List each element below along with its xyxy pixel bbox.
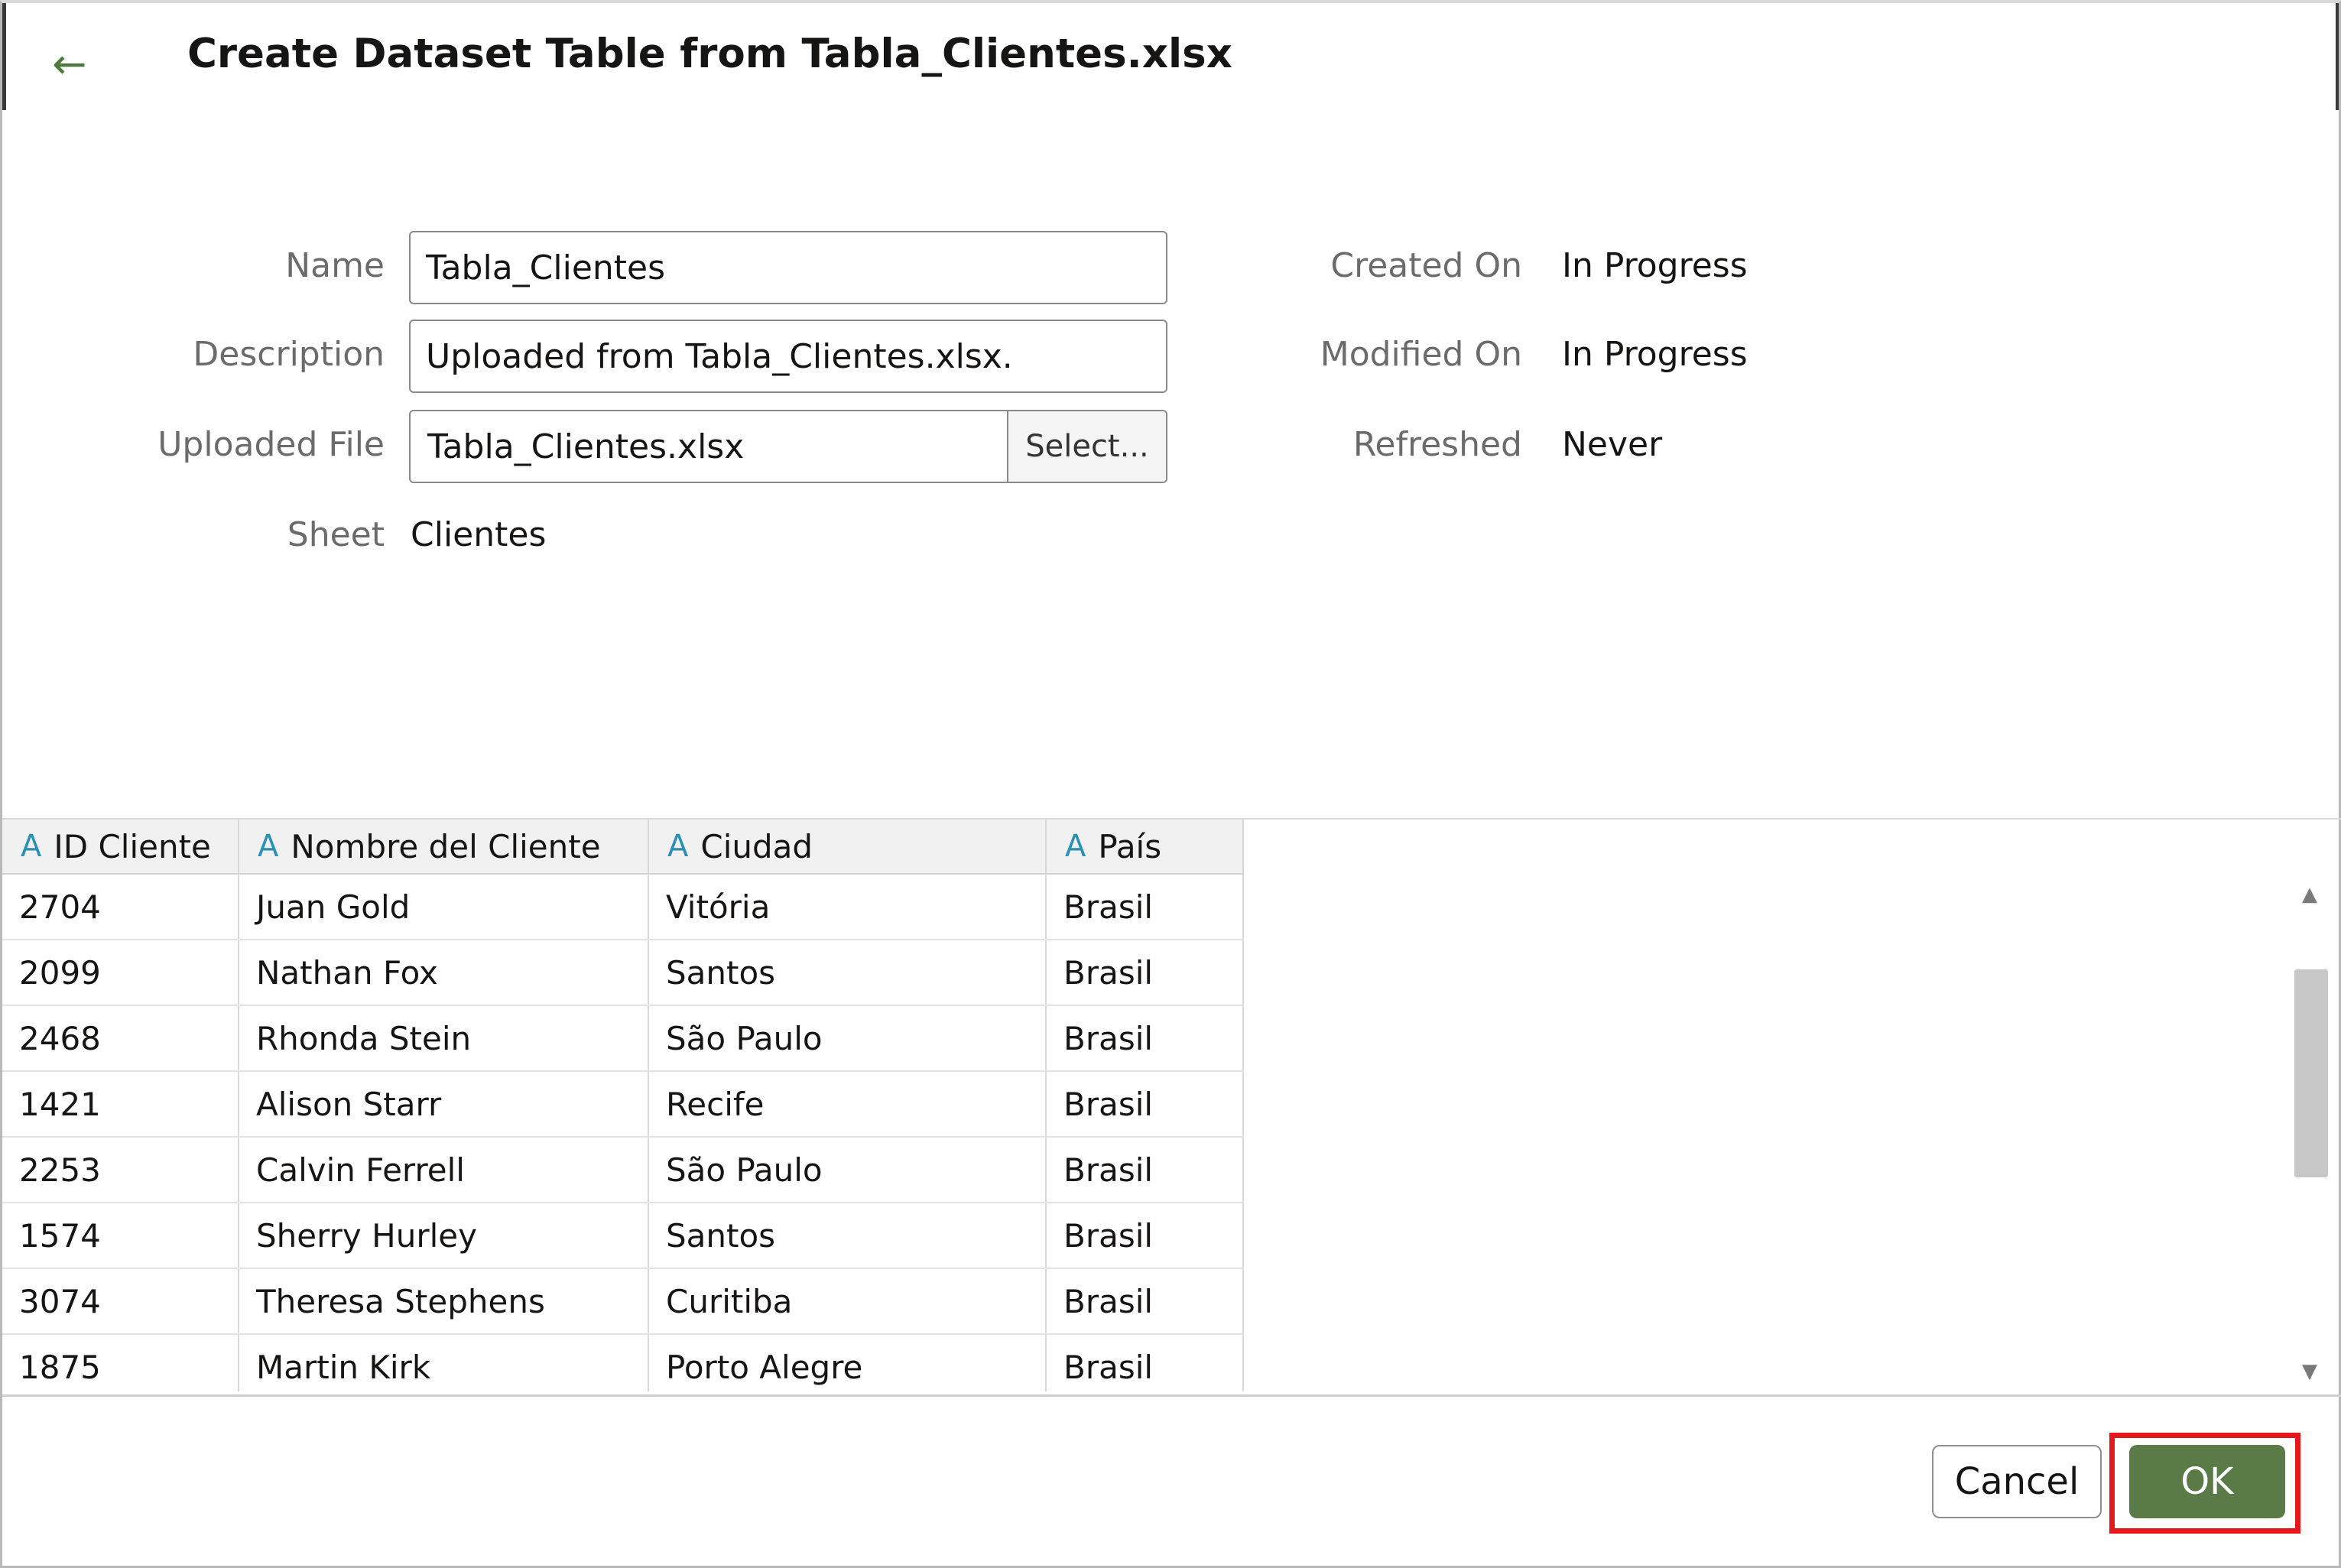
table-row: 2099 Nathan Fox Santos Brasil xyxy=(2,940,1244,1006)
table-cell: Martin Kirk xyxy=(239,1335,649,1391)
modified-on-label: Modified On xyxy=(1320,335,1522,374)
refreshed-label: Refreshed xyxy=(1352,425,1522,464)
table-row: 1574 Sherry Hurley Santos Brasil xyxy=(2,1203,1244,1269)
table-row: 2253 Calvin Ferrell São Paulo Brasil xyxy=(2,1138,1244,1203)
table-cell: Brasil xyxy=(1047,1203,1244,1268)
scroll-up-icon[interactable]: ▲ xyxy=(2290,879,2330,910)
cancel-button[interactable]: Cancel xyxy=(1932,1445,2102,1518)
table-cell: 2099 xyxy=(2,940,239,1005)
column-header-label: ID Cliente xyxy=(54,827,211,865)
column-header-ciudad[interactable]: A Ciudad xyxy=(649,820,1047,873)
column-header-id-cliente[interactable]: A ID Cliente xyxy=(2,820,239,873)
description-label: Description xyxy=(193,335,385,374)
uploaded-file-name: Tabla_Clientes.xlsx xyxy=(427,427,745,466)
modified-on-value: In Progress xyxy=(1562,335,1748,374)
table-cell: 1875 xyxy=(2,1335,239,1391)
table-cell: Brasil xyxy=(1047,1269,1244,1333)
table-cell: Sherry Hurley xyxy=(239,1203,649,1268)
table-cell: Juan Gold xyxy=(239,875,649,939)
table-cell: Rhonda Stein xyxy=(239,1006,649,1070)
description-input[interactable] xyxy=(409,320,1167,393)
select-file-button[interactable]: Select... xyxy=(1007,411,1166,482)
text-type-icon: A xyxy=(1065,829,1086,864)
table-cell: Vitória xyxy=(649,875,1047,939)
table-cell: Brasil xyxy=(1047,1072,1244,1136)
table-cell: 3074 xyxy=(2,1269,239,1333)
table-row: 2704 Juan Gold Vitória Brasil xyxy=(2,875,1244,940)
table-body: 2704 Juan Gold Vitória Brasil 2099 Natha… xyxy=(2,875,1244,1391)
name-input[interactable] xyxy=(409,231,1167,304)
scroll-thumb[interactable] xyxy=(2294,969,2328,1177)
uploaded-file-label: Uploaded File xyxy=(157,425,385,464)
table-cell: São Paulo xyxy=(649,1006,1047,1070)
column-header-label: Nombre del Cliente xyxy=(291,827,601,865)
table-cell: 1421 xyxy=(2,1072,239,1136)
column-header-pais[interactable]: A País xyxy=(1047,820,1244,873)
table-cell: Brasil xyxy=(1047,940,1244,1005)
table-cell: Porto Alegre xyxy=(649,1335,1047,1391)
table-cell: Brasil xyxy=(1047,1335,1244,1391)
window-edge-right xyxy=(2336,3,2339,110)
table-cell: Nathan Fox xyxy=(239,940,649,1005)
table-cell: 2253 xyxy=(2,1138,239,1202)
table-cell: 2704 xyxy=(2,875,239,939)
table-header: A ID Cliente A Nombre del Cliente A Ciud… xyxy=(2,820,1244,875)
ok-button[interactable]: OK xyxy=(2129,1445,2285,1518)
table-cell: Recife xyxy=(649,1072,1047,1136)
column-header-nombre-del-cliente[interactable]: A Nombre del Cliente xyxy=(239,820,649,873)
sheet-value: Clientes xyxy=(411,515,547,554)
vertical-scrollbar[interactable]: ▲ ▼ xyxy=(2290,875,2330,1391)
table-cell: 1574 xyxy=(2,1203,239,1268)
text-type-icon: A xyxy=(21,829,42,864)
table-row: 2468 Rhonda Stein São Paulo Brasil xyxy=(2,1006,1244,1072)
table-cell: Brasil xyxy=(1047,1006,1244,1070)
refreshed-value: Never xyxy=(1562,425,1663,464)
table-cell: Brasil xyxy=(1047,1138,1244,1202)
table-row: 1421 Alison Starr Recife Brasil xyxy=(2,1072,1244,1138)
created-on-label: Created On xyxy=(1330,246,1522,285)
table-cell: São Paulo xyxy=(649,1138,1047,1202)
scroll-down-icon[interactable]: ▼ xyxy=(2290,1356,2330,1387)
uploaded-file-field: Tabla_Clientes.xlsx Select... xyxy=(409,410,1167,483)
table-cell: Calvin Ferrell xyxy=(239,1138,649,1202)
arrow-left-icon[interactable]: ← xyxy=(47,37,93,90)
table-row: 3074 Theresa Stephens Curitiba Brasil xyxy=(2,1269,1244,1335)
created-on-value: In Progress xyxy=(1562,246,1748,285)
table-cell: Santos xyxy=(649,1203,1047,1268)
table-cell: 2468 xyxy=(2,1006,239,1070)
data-preview-table: A ID Cliente A Nombre del Cliente A Ciud… xyxy=(2,818,2341,1397)
table-cell: Theresa Stephens xyxy=(239,1269,649,1333)
table-cell: Curitiba xyxy=(649,1269,1047,1333)
dialog-title: Create Dataset Table from Tabla_Clientes… xyxy=(187,31,1232,77)
text-type-icon: A xyxy=(258,829,279,864)
table-cell: Alison Starr xyxy=(239,1072,649,1136)
table-row: 1875 Martin Kirk Porto Alegre Brasil xyxy=(2,1335,1244,1391)
create-dataset-dialog: ← Create Dataset Table from Tabla_Client… xyxy=(0,0,2341,1568)
name-label: Name xyxy=(285,246,385,285)
window-edge-left xyxy=(2,3,6,110)
sheet-label: Sheet xyxy=(287,515,385,554)
table-cell: Brasil xyxy=(1047,875,1244,939)
column-header-label: País xyxy=(1098,827,1162,865)
table-cell: Santos xyxy=(649,940,1047,1005)
text-type-icon: A xyxy=(667,829,689,864)
column-header-label: Ciudad xyxy=(700,827,813,865)
